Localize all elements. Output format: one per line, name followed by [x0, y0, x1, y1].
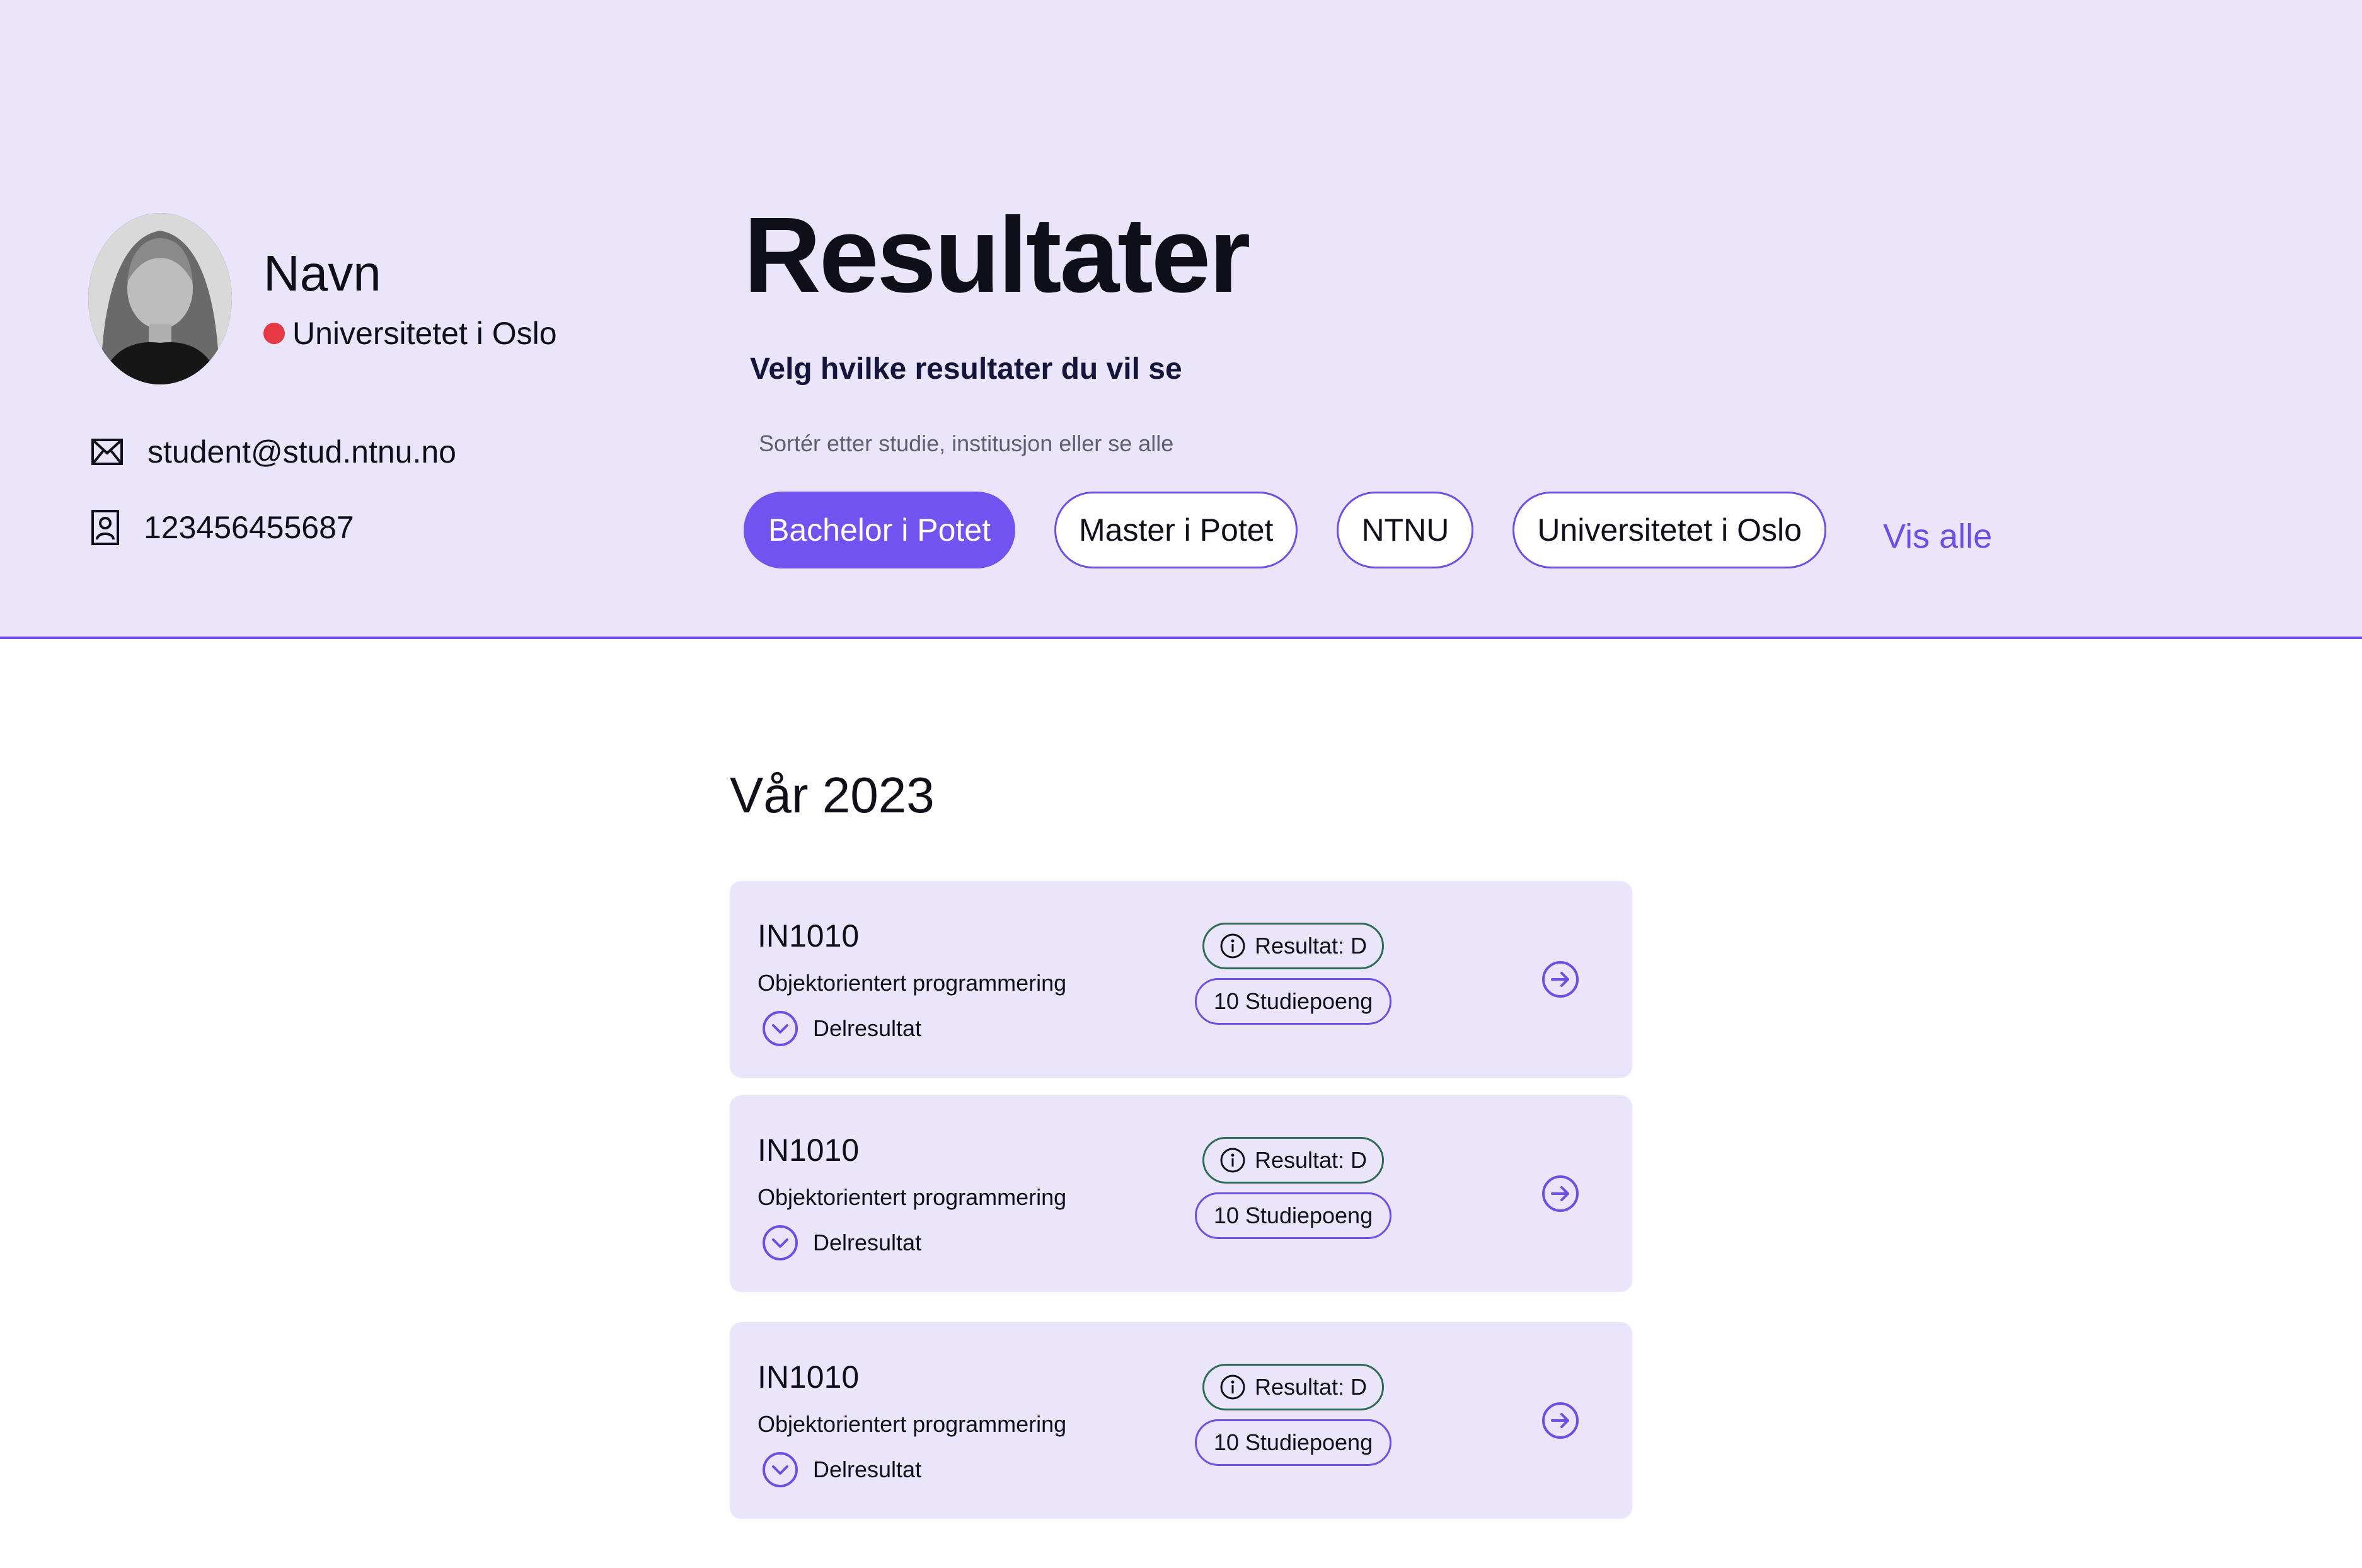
credits-badge: 10 Studiepoeng [1195, 1419, 1391, 1466]
university-label: Universitetet i Oslo [292, 316, 557, 351]
subresults-toggle[interactable]: Delresultat [761, 1451, 921, 1489]
arrow-right-icon[interactable] [1540, 959, 1581, 1000]
course-card: IN1010 Objektorientert programmering Del… [730, 881, 1632, 1078]
result-text: Resultat: D [1254, 933, 1368, 959]
filter-chip-master[interactable]: Master i Potet [1054, 492, 1298, 568]
subresults-label: Delresultat [813, 1230, 922, 1255]
course-code: IN1010 [758, 918, 860, 954]
course-card: IN1010 Objektorientert programmering Del… [730, 1095, 1632, 1292]
envelope-icon [91, 439, 123, 465]
filter-chip-uio[interactable]: Universitetet i Oslo [1512, 492, 1826, 568]
filter-chips: Bachelor i Potet Master i Potet NTNU Uni… [744, 492, 1865, 568]
semester-title: Vår 2023 [730, 767, 935, 823]
result-text: Resultat: D [1254, 1374, 1368, 1400]
subresults-label: Delresultat [813, 1015, 922, 1041]
email-text: student@stud.ntnu.no [147, 434, 456, 470]
page-subtitle: Velg hvilke resultater du vil se [750, 352, 1182, 386]
credits-badge: 10 Studiepoeng [1195, 978, 1391, 1025]
course-card: IN1010 Objektorientert programmering Del… [730, 1322, 1632, 1519]
result-badge: Resultat: D [1202, 1137, 1384, 1184]
subresults-toggle[interactable]: Delresultat [761, 1224, 921, 1262]
info-icon [1220, 1148, 1245, 1173]
student-id-text: 123456455687 [144, 510, 354, 545]
course-name: Objektorientert programmering [758, 1411, 1067, 1437]
course-code: IN1010 [758, 1359, 860, 1395]
info-icon [1220, 1375, 1245, 1400]
filter-chip-bachelor[interactable]: Bachelor i Potet [744, 492, 1015, 568]
filter-chip-ntnu[interactable]: NTNU [1337, 492, 1474, 568]
page-title: Resultater [744, 195, 1250, 315]
university-logo-icon [263, 323, 285, 344]
credits-badge: 10 Studiepoeng [1195, 1192, 1391, 1239]
arrow-right-icon[interactable] [1540, 1173, 1581, 1214]
email-row: student@stud.ntnu.no [91, 436, 456, 468]
subresults-label: Delresultat [813, 1456, 922, 1482]
filter-helper-text: Sortér etter studie, institusjon eller s… [759, 430, 1174, 456]
arrow-right-icon[interactable] [1540, 1400, 1581, 1441]
info-icon [1220, 933, 1245, 959]
result-badge: Resultat: D [1202, 923, 1384, 969]
course-name: Objektorientert programmering [758, 1184, 1067, 1210]
student-id-row: 123456455687 [91, 509, 354, 546]
profile-university: Universitetet i Oslo [263, 318, 557, 349]
result-text: Resultat: D [1254, 1147, 1368, 1173]
chevron-down-icon [763, 1011, 798, 1046]
avatar [88, 213, 232, 384]
profile-header: Navn Universitetet i Oslo student@stud.n… [0, 0, 2362, 639]
chevron-down-icon [763, 1225, 798, 1260]
chevron-down-icon [763, 1452, 798, 1487]
profile-name: Navn [263, 245, 381, 301]
course-name: Objektorientert programmering [758, 970, 1067, 996]
show-all-link[interactable]: Vis alle [1883, 519, 1992, 553]
id-card-icon [91, 510, 119, 545]
subresults-toggle[interactable]: Delresultat [761, 1010, 921, 1047]
course-code: IN1010 [758, 1133, 860, 1168]
result-badge: Resultat: D [1202, 1364, 1384, 1410]
